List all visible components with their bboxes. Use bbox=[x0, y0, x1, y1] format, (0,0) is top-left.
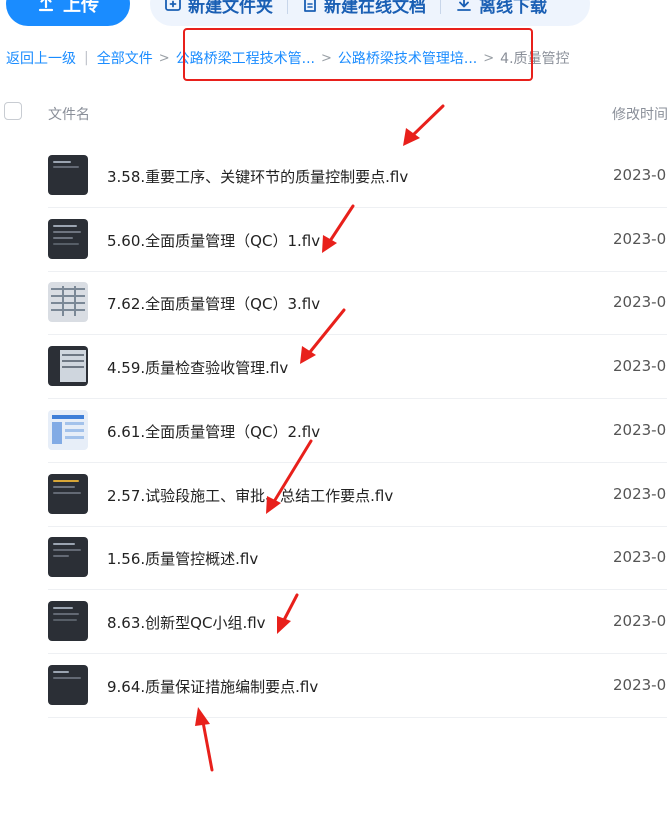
breadcrumb-arrow: > bbox=[158, 50, 170, 66]
video-thumbnail bbox=[48, 601, 88, 641]
annotation-highlight-box bbox=[183, 28, 533, 81]
video-thumbnail bbox=[48, 219, 88, 259]
file-modified-date: 2023-0 bbox=[613, 548, 667, 566]
breadcrumb-separator: | bbox=[84, 50, 89, 66]
toolbar-button-group: 新建文件夹 新建在线文档 离线下载 bbox=[150, 0, 590, 26]
video-thumbnail bbox=[48, 410, 88, 450]
column-header-modified[interactable]: 修改时间 bbox=[612, 104, 667, 124]
file-row[interactable]: 4.59.质量检查验收管理.flv 2023-0 bbox=[48, 336, 667, 399]
video-thumbnail bbox=[48, 155, 88, 195]
video-thumbnail bbox=[48, 282, 88, 322]
file-list-header: 文件名 修改时间 bbox=[0, 96, 667, 128]
column-header-name[interactable]: 文件名 bbox=[48, 104, 90, 124]
file-name: 3.58.重要工序、关键环节的质量控制要点.flv bbox=[107, 168, 409, 186]
file-row[interactable]: 9.64.质量保证措施编制要点.flv 2023-0 bbox=[48, 655, 667, 718]
video-thumbnail bbox=[48, 346, 88, 386]
file-modified-date: 2023-0 bbox=[613, 293, 667, 311]
new-folder-label: 新建文件夹 bbox=[188, 0, 273, 17]
file-modified-date: 2023-0 bbox=[613, 166, 667, 184]
toolbar: 上传 新建文件夹 新建在线文档 离线下载 bbox=[0, 0, 667, 28]
upload-label: 上传 bbox=[63, 0, 99, 16]
file-row[interactable]: 2.57.试验段施工、审批、总结工作要点.flv 2023-0 bbox=[48, 464, 667, 527]
breadcrumb-back-link[interactable]: 返回上一级 bbox=[6, 48, 76, 68]
video-thumbnail bbox=[48, 537, 88, 577]
file-modified-date: 2023-0 bbox=[613, 357, 667, 375]
file-modified-date: 2023-0 bbox=[613, 612, 667, 630]
file-modified-date: 2023-0 bbox=[613, 485, 667, 503]
file-name: 8.63.创新型QC小组.flv bbox=[107, 614, 266, 632]
file-modified-date: 2023-0 bbox=[613, 676, 667, 694]
new-folder-button[interactable]: 新建文件夹 bbox=[150, 0, 287, 17]
file-row[interactable]: 7.62.全面质量管理（QC）3.flv 2023-0 bbox=[48, 272, 667, 335]
file-row[interactable]: 8.63.创新型QC小组.flv 2023-0 bbox=[48, 591, 667, 654]
video-thumbnail bbox=[48, 665, 88, 705]
file-row[interactable]: 1.56.质量管控概述.flv 2023-0 bbox=[48, 527, 667, 590]
file-name: 9.64.质量保证措施编制要点.flv bbox=[107, 678, 319, 696]
file-modified-date: 2023-0 bbox=[613, 421, 667, 439]
file-modified-date: 2023-0 bbox=[613, 230, 667, 248]
document-icon bbox=[302, 0, 318, 13]
file-name: 6.61.全面质量管理（QC）2.flv bbox=[107, 423, 321, 441]
select-all-checkbox[interactable] bbox=[4, 102, 22, 120]
file-row[interactable]: 3.58.重要工序、关键环节的质量控制要点.flv 2023-0 bbox=[48, 145, 667, 208]
video-thumbnail bbox=[48, 474, 88, 514]
file-name: 4.59.质量检查验收管理.flv bbox=[107, 359, 289, 377]
file-name: 7.62.全面质量管理（QC）3.flv bbox=[107, 295, 321, 313]
file-row[interactable]: 5.60.全面质量管理（QC）1.flv 2023-0 bbox=[48, 209, 667, 272]
offline-download-button[interactable]: 离线下载 bbox=[441, 0, 561, 17]
file-row[interactable]: 6.61.全面质量管理（QC）2.flv 2023-0 bbox=[48, 400, 667, 463]
offline-download-label: 离线下载 bbox=[479, 0, 547, 17]
breadcrumb-all-files-link[interactable]: 全部文件 bbox=[97, 48, 153, 68]
upload-button[interactable]: 上传 bbox=[6, 0, 130, 26]
file-name: 1.56.质量管控概述.flv bbox=[107, 550, 259, 568]
file-name: 2.57.试验段施工、审批、总结工作要点.flv bbox=[107, 487, 394, 505]
new-online-doc-label: 新建在线文档 bbox=[324, 0, 426, 17]
download-icon bbox=[455, 0, 473, 13]
add-folder-icon bbox=[164, 0, 182, 13]
upload-icon bbox=[37, 0, 55, 13]
file-name: 5.60.全面质量管理（QC）1.flv bbox=[107, 232, 321, 250]
new-online-doc-button[interactable]: 新建在线文档 bbox=[288, 0, 440, 17]
